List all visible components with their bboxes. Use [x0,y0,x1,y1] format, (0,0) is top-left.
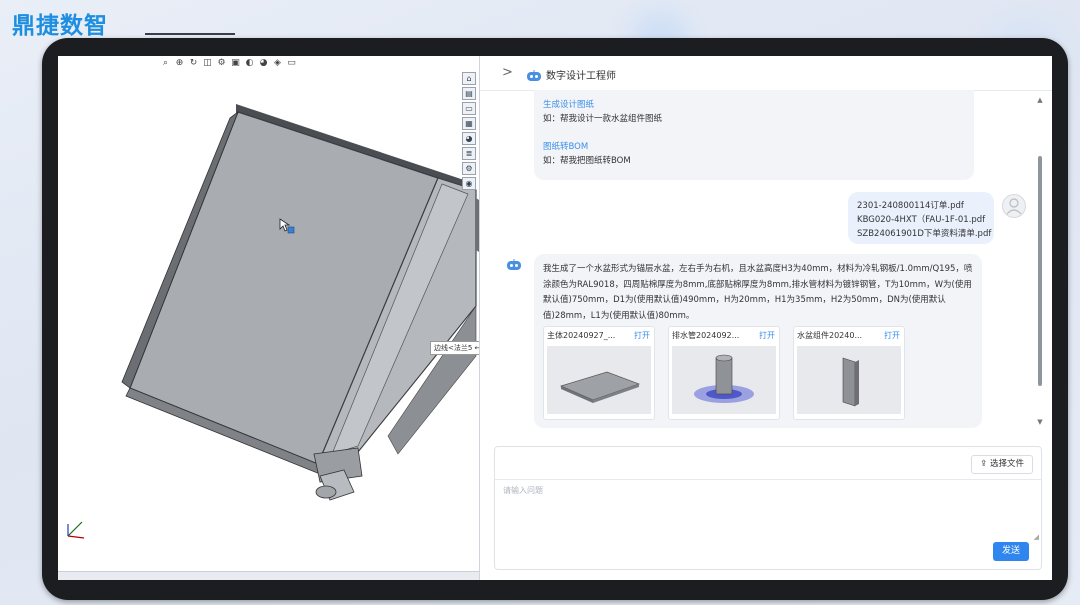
scroll-down-icon[interactable]: ▼ [1036,418,1044,426]
scroll-up-icon[interactable]: ▲ [1036,96,1044,104]
resize-grip-icon[interactable]: ◢ [1034,533,1039,541]
card-open-link[interactable]: 打开 [634,330,650,341]
chat-title: 数字设计工程师 [546,71,616,82]
folder-icon[interactable]: ▭ [462,102,476,115]
intro-link-drawing-to-bom[interactable]: 图纸转BOM [543,140,588,152]
properties-icon[interactable]: ▦ [462,117,476,130]
tablet-screen: ⌕ ⊕ ↻ ◫ ⚙ ▣ ◐ ◕ ◈ ▭ ⌂ ▤ ▭ ▦ ◕ ≣ ⚙ ◉ 边线<法… [58,56,1052,580]
upload-icon: ⇪ [980,459,988,469]
card-file-name: 排水管2024092... [672,331,740,340]
card-file-name: 主体20240927_... [547,331,616,340]
chat-header: > 数字设计工程师 [480,56,1052,91]
gear-icon[interactable]: ⚙ [462,162,476,175]
edge-callout: 边线<法兰5 ← [430,341,479,355]
card-thumbnail [547,346,651,414]
send-button[interactable]: 发送 [993,542,1029,561]
chat-panel: > 数字设计工程师 生成设计图纸 如：帮我设计一款水盆组件图纸 图纸转BOM 如… [480,56,1052,580]
sink-3d-model[interactable] [58,56,479,580]
result-card-sink-assembly[interactable]: 水盆组件20240... 打开 [793,326,905,420]
mouse-cursor-icon [279,218,295,238]
axis-triad-icon [64,518,88,542]
result-card-drain-pipe[interactable]: 排水管2024092... 打开 [668,326,780,420]
card-open-link[interactable]: 打开 [884,330,900,341]
brand-underline [145,33,235,35]
card-open-link[interactable]: 打开 [759,330,775,341]
intro-example-2: 如：帮我把图纸转BOM [543,156,631,166]
appearance-icon[interactable]: ◕ [462,132,476,145]
robot-icon [506,256,522,270]
custom-icon[interactable]: ◉ [462,177,476,190]
home-icon[interactable]: ⌂ [462,72,476,85]
intro-example-1: 如：帮我设计一款水盆组件图纸 [543,114,663,124]
card-thumbnail [672,346,776,414]
intro-link-generate-drawing[interactable]: 生成设计图纸 [543,98,594,110]
cad-status-strip [58,571,479,580]
choose-file-button[interactable]: ⇪ 选择文件 [971,455,1033,474]
robot-icon [526,67,542,81]
scrollbar-thumb[interactable] [1038,156,1042,386]
message-list[interactable]: 生成设计图纸 如：帮我设计一款水盆组件图纸 图纸转BOM 如：帮我把图纸转BOM… [480,90,1040,428]
card-thumbnail [797,346,901,414]
user-message-bubble: 2301-240800114订单.pdf KBG020-4HXT（FAU-1F-… [848,192,994,244]
user-file-2[interactable]: KBG020-4HXT（FAU-1F-01.pdf [857,213,985,225]
composer-divider [495,479,1041,480]
question-input[interactable]: 请输入问题 [503,485,543,496]
collapse-chevron-icon[interactable]: > [502,65,513,80]
result-card-main-body[interactable]: 主体20240927_... 打开 [543,326,655,420]
user-avatar [1002,194,1026,218]
message-composer: ⇪ 选择文件 请输入问题 ◢ 发送 [494,446,1042,570]
cad-task-pane: ⌂ ▤ ▭ ▦ ◕ ≣ ⚙ ◉ [462,72,476,190]
choose-file-label: 选择文件 [989,459,1024,469]
assistant-reply-text: 我生成了一个水盆形式为锚层水盆，左右手为右机，且水盆高度H3为40mm，材料为冷… [543,264,973,321]
list-icon[interactable]: ≣ [462,147,476,160]
assistant-reply-bubble: 我生成了一个水盆形式为锚层水盆，左右手为右机，且水盆高度H3为40mm，材料为冷… [534,254,982,428]
user-file-1[interactable]: 2301-240800114订单.pdf [857,199,964,211]
intro-bubble: 生成设计图纸 如：帮我设计一款水盆组件图纸 图纸转BOM 如：帮我把图纸转BOM [534,90,974,180]
chat-scrollbar[interactable]: ▲ ▼ [1036,96,1044,426]
card-file-name: 水盆组件20240... [797,331,863,340]
user-file-3[interactable]: SZB24061901D下单资料清单.pdf [857,227,991,239]
cad-viewport[interactable]: ⌕ ⊕ ↻ ◫ ⚙ ▣ ◐ ◕ ◈ ▭ ⌂ ▤ ▭ ▦ ◕ ≣ ⚙ ◉ 边线<法… [58,56,479,580]
part-icon[interactable]: ▤ [462,87,476,100]
brand-logo: 鼎捷数智 [12,13,108,39]
